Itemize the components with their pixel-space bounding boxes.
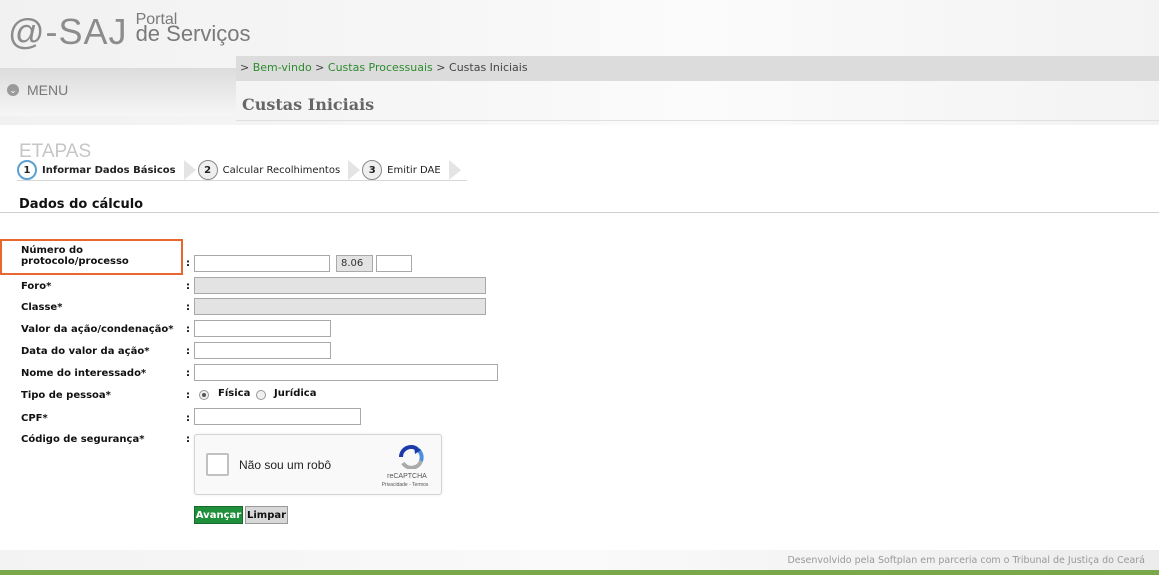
breadcrumb-link-bem-vindo[interactable]: Bem-vindo <box>253 61 312 74</box>
logo-portal-line2: de Serviços <box>135 21 251 46</box>
foro-label: Foro* <box>21 281 52 292</box>
breadcrumb-current: Custas Iniciais <box>449 61 528 74</box>
footer-bar <box>0 570 1159 575</box>
protocolo-label-line1: Número do <box>21 245 84 256</box>
step-1: 1 Informar Dados Básicos <box>17 160 198 180</box>
colon: : <box>186 390 190 401</box>
breadcrumb-separator: > <box>240 61 253 74</box>
colon: : <box>186 258 190 269</box>
steps-divider <box>17 180 467 181</box>
step-2: 2 Calcular Recolhimentos <box>197 160 363 180</box>
logo-portal-text: Portal de Serviços <box>135 12 251 46</box>
section-divider <box>0 212 1159 213</box>
radio-fisica-label[interactable]: Física <box>218 388 250 399</box>
classe-field <box>194 298 486 315</box>
radio-juridica[interactable] <box>256 390 266 400</box>
breadcrumb-separator: > <box>432 61 450 74</box>
tipo-label: Tipo de pessoa* <box>21 390 111 401</box>
protocolo-label: Número do protocolo/processo <box>21 245 129 267</box>
advance-button[interactable]: Avançar <box>194 506 243 524</box>
step-3: 3 Emitir DAE <box>362 160 463 180</box>
step-arrow-icon <box>448 160 461 180</box>
footer-text: Desenvolvido pela Softplan em parceria c… <box>787 555 1145 566</box>
protocolo-suffix-input[interactable] <box>376 255 412 272</box>
colon: : <box>186 413 190 424</box>
cpf-input[interactable] <box>194 408 361 425</box>
recaptcha-links[interactable]: Privacidade - Termos <box>370 482 440 488</box>
colon: : <box>186 281 190 292</box>
codigo-label: Código de segurança* <box>21 434 145 445</box>
step-label: Calcular Recolhimentos <box>222 164 341 176</box>
cpf-label: CPF* <box>21 413 48 424</box>
recaptcha-widget: Não sou um robô reCAPTCHA Privacidade - … <box>194 434 442 495</box>
logo-esaj-text: @-SAJ <box>8 11 128 52</box>
colon: : <box>186 368 190 379</box>
colon: : <box>186 324 190 335</box>
step-label: Emitir DAE <box>387 164 441 176</box>
esaj-logo[interactable]: @-SAJ Portal de Serviços <box>8 12 251 52</box>
valor-acao-input[interactable] <box>194 320 331 337</box>
menu-label: MENU <box>27 82 69 98</box>
clear-button[interactable]: Limpar <box>245 506 288 524</box>
step-number: 1 <box>17 160 37 180</box>
recaptcha-checkbox[interactable] <box>206 453 229 476</box>
radio-juridica-label[interactable]: Jurídica <box>274 388 316 399</box>
classe-label: Classe* <box>21 302 63 313</box>
menu-toggle[interactable]: ⌄ MENU <box>7 82 68 98</box>
breadcrumb-separator: > <box>311 61 328 74</box>
radio-fisica[interactable] <box>199 390 209 400</box>
recaptcha-logo-icon <box>399 445 424 469</box>
recaptcha-brand: reCAPTCHA <box>387 473 427 480</box>
protocolo-label-line2: protocolo/processo <box>21 256 129 267</box>
breadcrumb-link-custas-processuais[interactable]: Custas Processuais <box>328 61 433 74</box>
step-number: 3 <box>362 160 383 180</box>
protocolo-segment-field: 8.06 <box>336 255 373 272</box>
colon: : <box>186 346 190 357</box>
chevron-down-icon: ⌄ <box>7 84 19 96</box>
nome-interessado-input[interactable] <box>194 364 498 381</box>
breadcrumb: > Bem-vindo > Custas Processuais > Custa… <box>240 61 528 74</box>
section-title: Dados do cálculo <box>19 197 144 212</box>
step-number: 2 <box>197 160 218 180</box>
step-arrow-icon <box>348 160 361 180</box>
steps-bar: 1 Informar Dados Básicos 2 Calcular Reco… <box>17 159 463 181</box>
data-label: Data do valor da ação* <box>21 346 150 357</box>
recaptcha-label: Não sou um robô <box>239 458 332 472</box>
foro-field <box>194 277 486 294</box>
step-label: Informar Dados Básicos <box>42 164 176 176</box>
title-divider <box>236 120 1159 121</box>
protocolo-number-input[interactable] <box>194 255 330 272</box>
data-valor-input[interactable] <box>194 342 331 359</box>
valor-label: Valor da ação/condenação* <box>21 324 174 335</box>
colon: : <box>186 434 190 445</box>
nome-label: Nome do interessado* <box>21 368 147 379</box>
colon: : <box>186 302 190 313</box>
step-arrow-icon <box>183 160 196 180</box>
page-title: Custas Iniciais <box>242 95 375 114</box>
